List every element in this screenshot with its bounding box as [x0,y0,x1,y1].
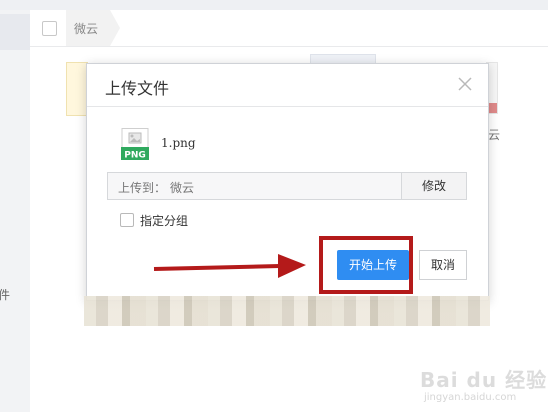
destination-field: 上传到： 微云 修改 [107,172,467,200]
dialog-title: 上传文件 [105,79,170,98]
dialog-header: 上传文件 [87,64,488,107]
file-type-badge: PNG [124,151,146,161]
sidebar: 件 [0,10,31,412]
cancel-button[interactable]: 取消 [419,250,467,280]
destination-value: 微云 [170,181,195,195]
annotation-arrow [153,254,306,278]
watermark-logo: Bai du 经验 [420,368,548,392]
sidebar-item-label: 件 [0,288,11,302]
breadcrumb-bar: 微云 [30,10,548,47]
select-all-checkbox[interactable] [42,21,57,36]
assign-group-checkbox[interactable] [120,213,134,227]
breadcrumb-label[interactable]: 微云 [74,20,98,37]
file-thumbnail-label: 云 [488,128,501,142]
file-thumbnail[interactable] [66,62,88,116]
blurred-content [84,296,490,326]
annotation-highlight-box [319,236,413,294]
png-file-icon: PNG [121,128,149,160]
sidebar-selected-item[interactable] [0,14,30,50]
close-icon[interactable] [456,75,474,93]
watermark-url: jingyan.baidu.com [424,392,517,403]
file-name: 1.png [161,136,196,150]
destination-label: 上传到： [118,181,167,195]
assign-group-label[interactable]: 指定分组 [140,212,188,229]
top-strip [0,0,548,10]
modify-destination-button[interactable]: 修改 [401,173,466,199]
